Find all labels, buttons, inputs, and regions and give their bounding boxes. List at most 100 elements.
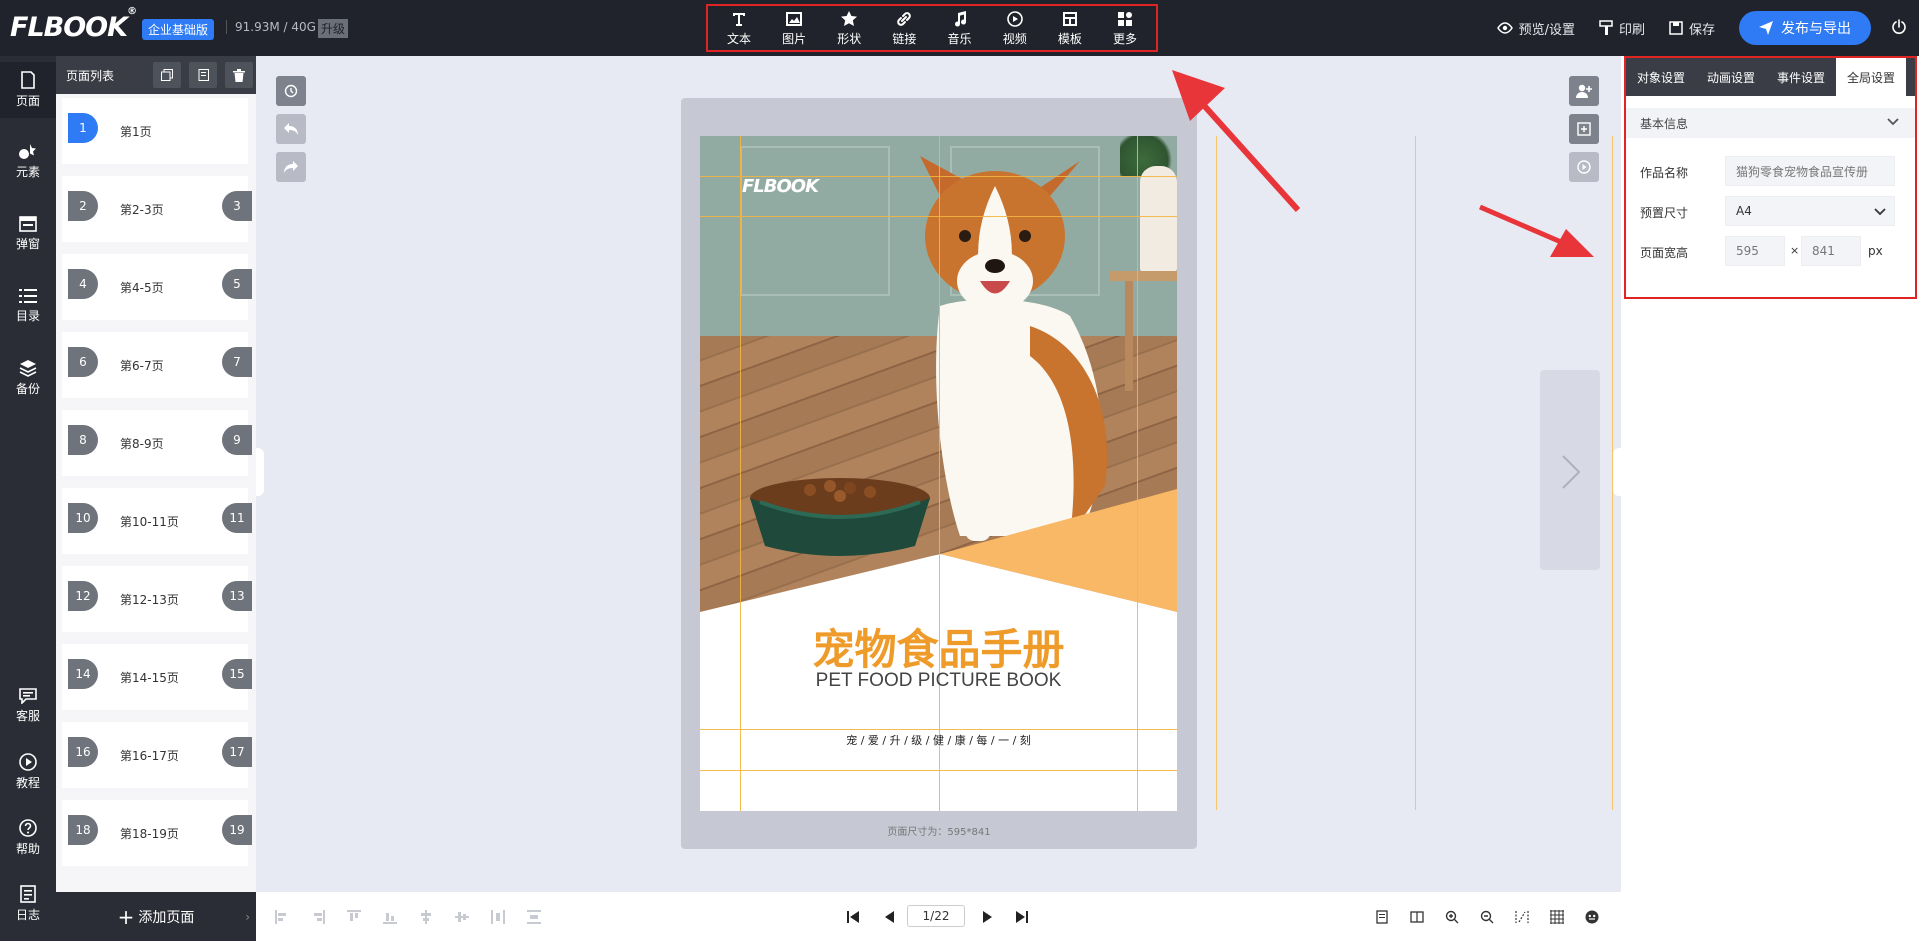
left-nav: 页面 元素 弹窗 目录 备份 客服 教程 帮助 日志 [0,56,56,941]
page-height-input[interactable]: 841 [1801,236,1861,266]
tool-text[interactable]: 文本 [714,6,764,50]
insert-toolbar: 文本 图片 形状 链接 音乐 视频 模板 更多 [706,4,1158,52]
page-item-label: 第1页 [120,125,152,139]
text-icon [731,10,747,28]
preset-size-select[interactable]: A4 [1725,196,1895,226]
page-item-1[interactable]: 1 第1页 [62,98,248,164]
tool-video[interactable]: 视频 [990,6,1040,50]
power-icon[interactable] [1891,18,1907,38]
align-right-icon[interactable] [310,909,326,925]
play-preview-button[interactable] [1569,152,1599,182]
page-item-10-11[interactable]: 10 第10-11页 11 [62,488,252,554]
nav-service[interactable]: 客服 [0,678,56,734]
basic-info-section[interactable]: 基本信息 [1626,108,1915,138]
next-page-button[interactable] [1540,370,1600,570]
single-page-view-icon[interactable] [1374,909,1390,925]
guides-toggle-icon[interactable] [1514,909,1530,925]
work-name-input[interactable]: 猫狗零食宠物食品宣传册 [1725,156,1895,186]
chevron-right-icon: › [245,909,250,924]
align-bottom-icon[interactable] [382,909,398,925]
nav-pages[interactable]: 页面 [0,62,56,118]
last-page-button[interactable] [1014,909,1030,925]
save-button[interactable]: 保存 [1669,19,1715,38]
face-icon[interactable] [1584,909,1600,925]
collapse-left-handle[interactable] [256,448,264,496]
tab-event-settings[interactable]: 事件设置 [1766,58,1836,96]
star-icon [841,10,858,28]
top-actions: 预览/设置 印刷 保存 发布与导出 [1496,0,1919,56]
page-number-left: 10 [68,503,98,533]
app-logo[interactable]: FLBOOK® [10,6,137,43]
cover-title[interactable]: 宠物食品手册 [700,616,1177,677]
print-button[interactable]: 印刷 [1599,19,1645,38]
tab-object-settings[interactable]: 对象设置 [1626,58,1696,96]
redo-button[interactable] [276,152,306,182]
copy-page-button[interactable] [189,62,217,88]
times-sign: × [1790,244,1800,257]
zoom-out-icon[interactable] [1479,909,1495,925]
name-label: 作品名称 [1640,166,1689,180]
preview-settings-button[interactable]: 预览/设置 [1496,19,1575,38]
tab-animation-settings[interactable]: 动画设置 [1696,58,1766,96]
next-page-bottom-button[interactable] [980,909,996,925]
delete-page-button[interactable] [225,62,253,88]
distribute-h-icon[interactable] [490,909,506,925]
nav-tutorial[interactable]: 教程 [0,744,56,800]
storage-usage: 91.93M / 40G [226,20,316,34]
zoom-in-icon[interactable] [1444,909,1460,925]
align-center-h-icon[interactable] [418,909,434,925]
undo-button[interactable] [276,114,306,144]
page-item-12-13[interactable]: 12 第12-13页 13 [62,566,252,632]
add-collaborator-button[interactable] [1569,76,1599,106]
first-page-button[interactable] [845,909,861,925]
page-item-4-5[interactable]: 4 第4-5页 5 [62,254,252,320]
tool-music[interactable]: 音乐 [935,6,985,50]
duplicate-page-button[interactable] [153,62,181,88]
cover-subtitle[interactable]: PET FOOD PICTURE BOOK [700,670,1177,692]
nav-popup[interactable]: 弹窗 [0,206,56,262]
plus-icon: + [117,904,135,929]
page-item-8-9[interactable]: 8 第8-9页 9 [62,410,252,476]
nav-backup[interactable]: 备份 [0,350,56,406]
page-item-14-15[interactable]: 14 第14-15页 15 [62,644,252,710]
page-item-2-3[interactable]: 2 第2-3页 3 [62,176,252,242]
nav-log[interactable]: 日志 [0,876,56,932]
tool-template[interactable]: 模板 [1045,6,1095,50]
nav-help[interactable]: 帮助 [0,810,56,866]
page-list: 1 第1页 2 第2-3页 3 4 第4-5页 5 6 第6-7页 7 8 第8… [56,94,256,892]
nav-elements[interactable]: 元素 [0,134,56,190]
align-top-icon[interactable] [346,909,362,925]
collapse-right-handle[interactable] [1613,448,1621,496]
play-icon [1006,10,1023,28]
page-width-input[interactable]: 595 [1725,236,1785,266]
guide-line [700,729,1177,730]
page-indicator-input[interactable]: 1/22 [907,905,965,927]
align-center-v-icon[interactable] [454,909,470,925]
double-page-view-icon[interactable] [1409,909,1425,925]
tab-global-settings[interactable]: 全局设置 [1836,58,1906,96]
upgrade-link[interactable]: 升级 [318,19,349,38]
page-item-16-17[interactable]: 16 第16-17页 17 [62,722,252,788]
add-user-icon [1576,84,1592,98]
nav-toc[interactable]: 目录 [0,278,56,334]
page-item-6-7[interactable]: 6 第6-7页 7 [62,332,252,398]
page-item-18-19[interactable]: 18 第18-19页 19 [62,800,252,866]
music-icon [952,10,968,28]
cover-tagline[interactable]: 宠 / 爱 / 升 / 级 / 健 / 康 / 每 / 一 / 刻 [700,732,1177,748]
align-left-icon[interactable] [274,909,290,925]
prev-page-button[interactable] [881,909,897,925]
add-page-button[interactable]: + 添加页面 › [56,892,256,941]
top-bar: FLBOOK® 企业基础版 91.93M / 40G 升级 文本 图片 形状 链… [0,0,1919,56]
tool-more[interactable]: 更多 [1100,6,1150,50]
tool-image[interactable]: 图片 [769,6,819,50]
add-page-side-button[interactable] [1569,114,1599,144]
grid-icon[interactable] [1549,909,1565,925]
chevron-down-icon [1874,208,1886,216]
auto-layout-button[interactable] [276,76,306,106]
tool-link[interactable]: 链接 [879,6,929,50]
tool-shape[interactable]: 形状 [824,6,874,50]
distribute-v-icon[interactable] [526,909,542,925]
publish-export-button[interactable]: 发布与导出 [1739,11,1871,45]
page-item-label: 第8-9页 [120,437,164,451]
cover-page[interactable]: FLBOOK 宠物食品手册 PET FOOD PICTURE BOOK 宠 / … [700,136,1177,811]
